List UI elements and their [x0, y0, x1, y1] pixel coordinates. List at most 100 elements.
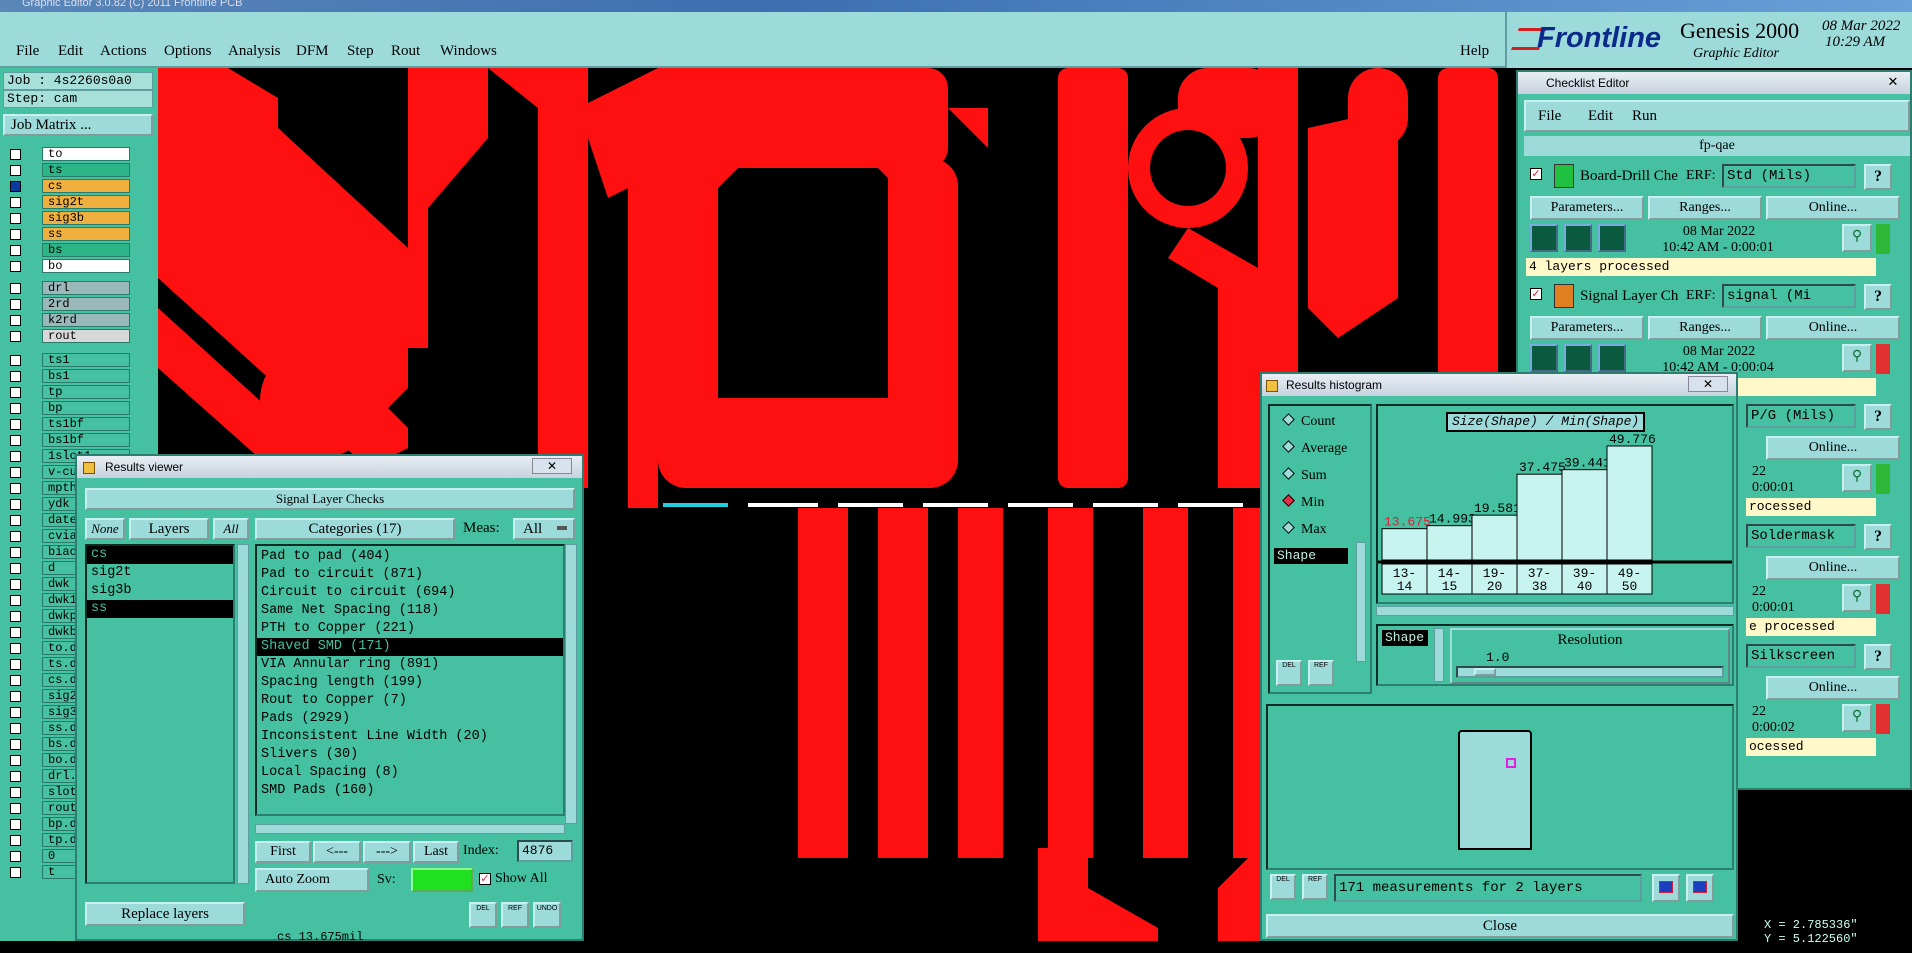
category-item[interactable]: Inconsistent Line Width (20)	[257, 728, 563, 746]
layer-name[interactable]: bs1	[42, 369, 130, 383]
stat-option[interactable]: Count	[1282, 413, 1335, 430]
delete-button[interactable]: DEL	[1270, 874, 1296, 900]
stat-option[interactable]: Min	[1282, 494, 1324, 511]
categories-button[interactable]: Categories (17)	[255, 518, 455, 540]
run-all-icon[interactable]	[1564, 344, 1592, 372]
layer-name[interactable]: drl	[42, 281, 130, 295]
histogram-bar[interactable]	[1426, 525, 1473, 561]
category-item[interactable]: Slivers (30)	[257, 746, 563, 764]
parameters-button[interactable]: Parameters...	[1530, 316, 1644, 340]
show-all-checkbox[interactable]: ✓	[479, 873, 491, 885]
layer-result-item[interactable]: sig2t	[87, 564, 233, 582]
help-icon[interactable]: ?	[1864, 404, 1892, 430]
category-list-scrollbar[interactable]	[565, 544, 577, 824]
checklist-menu-file[interactable]: File	[1538, 108, 1561, 125]
category-item[interactable]: SMD Pads (160)	[257, 782, 563, 800]
run-icon[interactable]	[1530, 224, 1558, 252]
layer-checkbox[interactable]	[10, 165, 21, 176]
layer-name[interactable]: sig2t	[42, 195, 130, 209]
layer-row[interactable]: ts1bf	[6, 417, 130, 431]
radio-diamond-icon[interactable]	[1282, 467, 1295, 480]
menu-file[interactable]: File	[16, 43, 39, 60]
histogram-bar[interactable]	[1471, 514, 1518, 561]
layer-name[interactable]: tp	[42, 385, 130, 399]
histogram-bar[interactable]	[1381, 528, 1428, 561]
layer-checkbox[interactable]	[10, 531, 21, 542]
zoom-icon[interactable]: ⚲	[1842, 344, 1872, 372]
online-button[interactable]: Online...	[1766, 196, 1900, 220]
window-icon[interactable]	[1686, 874, 1714, 902]
category-list[interactable]: Pad to pad (404) Pad to circuit (871) Circ…	[255, 544, 565, 816]
layer-row[interactable]: ts	[6, 163, 130, 177]
category-item[interactable]: Circuit to circuit (694)	[257, 584, 563, 602]
checklist-menu-run[interactable]: Run	[1632, 108, 1657, 125]
run-all-icon[interactable]	[1564, 224, 1592, 252]
layer-name[interactable]: bs1bf	[42, 433, 130, 447]
replace-layers-dropdown[interactable]: Replace layers	[85, 902, 245, 926]
stat-option[interactable]: Average	[1282, 440, 1347, 457]
layer-name[interactable]: bs	[42, 243, 130, 257]
category-hscrollbar[interactable]	[255, 824, 565, 834]
layer-checkbox[interactable]	[10, 283, 21, 294]
layer-row[interactable]: to	[6, 147, 130, 161]
erf-dropdown[interactable]: signal (Mi	[1722, 284, 1856, 308]
layer-checkbox[interactable]	[10, 723, 21, 734]
undo-button[interactable]: UNDO	[533, 902, 561, 928]
layer-checkbox[interactable]	[10, 355, 21, 366]
layer-name[interactable]: ts1bf	[42, 417, 130, 431]
layer-checkbox[interactable]	[10, 499, 21, 510]
category-item[interactable]: Pad to pad (404)	[257, 548, 563, 566]
radio-diamond-icon[interactable]	[1282, 413, 1295, 426]
filter-list-item[interactable]: Shape	[1274, 548, 1348, 564]
category-item[interactable]: Spacing length (199)	[257, 674, 563, 692]
histogram-titlebar[interactable]: Results histogram	[1262, 374, 1736, 396]
layer-row[interactable]: bo	[6, 259, 130, 273]
histogram-bar[interactable]	[1516, 473, 1563, 561]
online-button[interactable]: Online...	[1766, 316, 1900, 340]
close-icon[interactable]: ✕	[532, 458, 572, 474]
close-icon[interactable]: ✕	[1688, 376, 1728, 392]
layer-name[interactable]: cs	[42, 179, 130, 193]
close-button[interactable]: Close	[1266, 914, 1734, 938]
refresh-button[interactable]: REF	[501, 902, 529, 928]
category-item[interactable]: Local Spacing (8)	[257, 764, 563, 782]
layer-row[interactable]: 2rd	[6, 297, 130, 311]
menu-edit[interactable]: Edit	[58, 43, 83, 60]
check-enable-checkbox[interactable]: ✓	[1530, 288, 1542, 300]
zoom-icon[interactable]: ⚲	[1842, 464, 1872, 492]
delete-button[interactable]: DEL	[1276, 660, 1302, 686]
erf-dropdown[interactable]: Std (Mils)	[1722, 164, 1856, 188]
layer-checkbox[interactable]	[10, 435, 21, 446]
layer-checkbox[interactable]	[10, 675, 21, 686]
layer-checkbox[interactable]	[10, 403, 21, 414]
layer-name[interactable]: k2rd	[42, 313, 130, 327]
layer-checkbox[interactable]	[10, 659, 21, 670]
run-icon[interactable]	[1530, 344, 1558, 372]
layer-checkbox[interactable]	[10, 181, 21, 192]
layers-button[interactable]: Layers	[129, 518, 209, 540]
menu-rout[interactable]: Rout	[391, 43, 420, 60]
online-button[interactable]: Online...	[1766, 436, 1900, 460]
check-name[interactable]: Board-Drill Che	[1580, 168, 1686, 185]
zoom-icon[interactable]: ⚲	[1842, 584, 1872, 612]
layer-result-item[interactable]: ss	[87, 600, 233, 618]
layer-checkbox[interactable]	[10, 261, 21, 272]
layer-checkbox[interactable]	[10, 579, 21, 590]
layer-row[interactable]: bp	[6, 401, 130, 415]
layer-checkbox[interactable]	[10, 387, 21, 398]
erf-dropdown[interactable]: P/G (Mils)	[1746, 404, 1856, 428]
layer-checkbox[interactable]	[10, 515, 21, 526]
layer-checkbox[interactable]	[10, 451, 21, 462]
online-button[interactable]: Online...	[1766, 556, 1900, 580]
shape-scrollbar[interactable]	[1434, 628, 1444, 682]
filter-scrollbar[interactable]	[1356, 542, 1366, 662]
layer-result-item[interactable]: sig3b	[87, 582, 233, 600]
category-item[interactable]: Pad to circuit (871)	[257, 566, 563, 584]
layer-checkbox[interactable]	[10, 315, 21, 326]
layer-checkbox[interactable]	[10, 467, 21, 478]
chart-hscrollbar[interactable]	[1376, 606, 1734, 616]
layer-name[interactable]: ss	[42, 227, 130, 241]
checklist-titlebar[interactable]: Checklist Editor	[1518, 72, 1910, 94]
layer-name[interactable]: 2rd	[42, 297, 130, 311]
layer-row[interactable]: ts1	[6, 353, 130, 367]
